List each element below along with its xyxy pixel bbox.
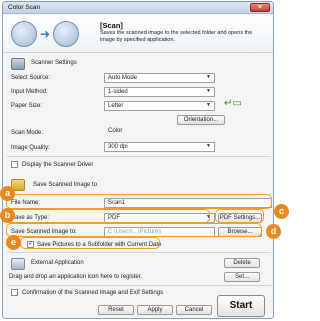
callout-d-frame [6, 223, 262, 237]
window-title: Color Scan [8, 4, 41, 11]
chevron-down-icon: ▼ [206, 74, 211, 80]
callout-e-badge: e [6, 235, 21, 250]
close-button[interactable]: × [250, 3, 270, 12]
banner-title: [Scan] [100, 21, 123, 30]
reset-button[interactable]: Reset [98, 305, 134, 315]
external-app-heading: External Application [31, 260, 84, 266]
scanner-settings-heading: Scanner Settings [31, 60, 77, 66]
display-driver-checkbox[interactable] [11, 161, 18, 168]
delete-button[interactable]: Delete [224, 258, 260, 268]
scan-mode-label: Scan Mode: [11, 130, 44, 136]
divider [7, 156, 271, 157]
banner-description: Saves the scanned image to the selected … [100, 30, 253, 43]
input-method-dropdown[interactable]: 1-sided ▼ [104, 87, 215, 97]
callout-b-badge: b [0, 208, 15, 223]
paper-size-dropdown[interactable]: Letter ▼ [104, 101, 215, 111]
application-icon [11, 258, 25, 270]
external-app-hint: Drag and drop an application icon here t… [9, 274, 143, 280]
callout-a-badge: a [0, 186, 15, 201]
paper-size-label: Paper Size: [11, 103, 43, 109]
callout-c-badge: c [274, 204, 289, 219]
callout-d-badge: d [266, 224, 281, 239]
orientation-preview-icon: ↵▭ [224, 98, 242, 109]
confirm-exif-checkbox[interactable] [11, 289, 18, 296]
set-button[interactable]: Set... [224, 272, 260, 282]
callout-e-frame [20, 237, 160, 249]
save-section-heading: Save Scanned Image to [33, 182, 98, 188]
select-source-dropdown[interactable]: Auto Mode ▼ [104, 73, 215, 83]
cancel-button[interactable]: Cancel [176, 305, 212, 315]
chevron-down-icon: ▼ [206, 143, 211, 149]
image-quality-label: Image Quality: [11, 145, 50, 151]
start-button[interactable]: Start [217, 295, 265, 317]
scanner-icon [11, 58, 25, 70]
display-driver-label: Display the Scanner Driver [22, 162, 94, 168]
apply-button[interactable]: Apply [137, 305, 173, 315]
callout-c-frame [215, 209, 264, 223]
chevron-down-icon: ▼ [206, 88, 211, 94]
scan-mode-value: Color [108, 128, 123, 134]
header-banner: ➜ [Scan] Saves the scanned image to the … [3, 15, 273, 53]
callout-a-frame [6, 194, 272, 209]
divider [7, 252, 271, 253]
folder-save-icon [53, 21, 79, 47]
chevron-down-icon: ▼ [206, 102, 211, 108]
input-method-label: Input Method: [11, 89, 48, 95]
color-scan-dialog: Color Scan × ➜ [Scan] Saves the scanned … [2, 1, 274, 319]
select-source-label: Select Source: [11, 75, 51, 81]
callout-b-frame [6, 209, 210, 223]
orientation-button[interactable]: Orientation... [177, 115, 225, 125]
divider [7, 285, 271, 286]
image-quality-dropdown[interactable]: 300 dpi ▼ [104, 142, 215, 152]
title-bar: Color Scan × [3, 2, 273, 14]
arrow-right-icon: ➜ [40, 27, 51, 41]
confirm-exif-label: Confirmation of the Scanned Image and Ex… [22, 290, 164, 296]
scanner-icon [11, 21, 37, 47]
